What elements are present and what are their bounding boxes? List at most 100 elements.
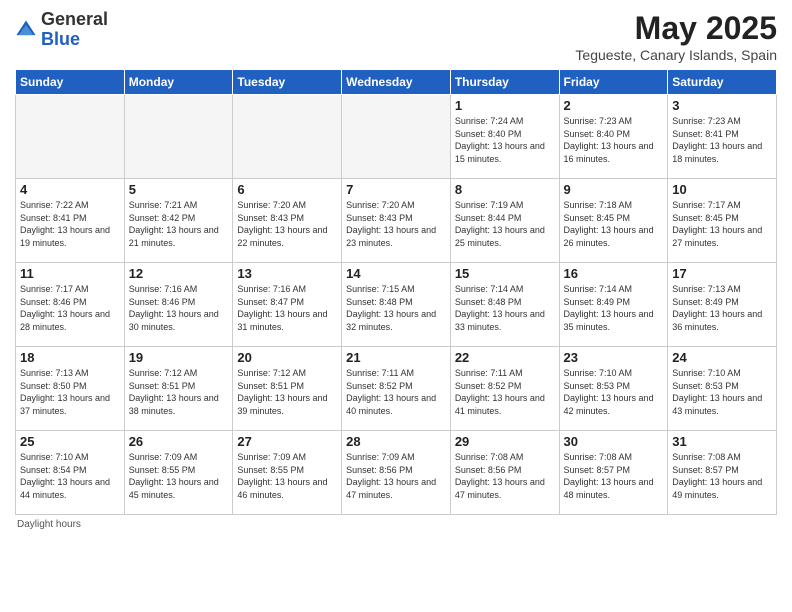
day-cell: 26 Sunrise: 7:09 AM Sunset: 8:55 PM Dayl… bbox=[124, 431, 233, 515]
day-info: Sunrise: 7:20 AM Sunset: 8:43 PM Dayligh… bbox=[346, 199, 446, 249]
logo-general: General bbox=[41, 9, 108, 29]
week-row-4: 18 Sunrise: 7:13 AM Sunset: 8:50 PM Dayl… bbox=[16, 347, 777, 431]
day-info: Sunrise: 7:09 AM Sunset: 8:55 PM Dayligh… bbox=[129, 451, 229, 501]
day-info: Sunrise: 7:11 AM Sunset: 8:52 PM Dayligh… bbox=[346, 367, 446, 417]
day-cell: 24 Sunrise: 7:10 AM Sunset: 8:53 PM Dayl… bbox=[668, 347, 777, 431]
day-number: 13 bbox=[237, 266, 337, 281]
day-info: Sunrise: 7:24 AM Sunset: 8:40 PM Dayligh… bbox=[455, 115, 555, 165]
day-cell: 6 Sunrise: 7:20 AM Sunset: 8:43 PM Dayli… bbox=[233, 179, 342, 263]
day-cell: 3 Sunrise: 7:23 AM Sunset: 8:41 PM Dayli… bbox=[668, 95, 777, 179]
main-title: May 2025 bbox=[575, 10, 777, 47]
page: General Blue May 2025 Tegueste, Canary I… bbox=[0, 0, 792, 612]
footer-label: Daylight hours bbox=[17, 519, 81, 530]
day-number: 21 bbox=[346, 350, 446, 365]
day-number: 18 bbox=[20, 350, 120, 365]
calendar-header-row: SundayMondayTuesdayWednesdayThursdayFrid… bbox=[16, 70, 777, 95]
day-info: Sunrise: 7:18 AM Sunset: 8:45 PM Dayligh… bbox=[564, 199, 664, 249]
day-info: Sunrise: 7:19 AM Sunset: 8:44 PM Dayligh… bbox=[455, 199, 555, 249]
day-cell: 11 Sunrise: 7:17 AM Sunset: 8:46 PM Dayl… bbox=[16, 263, 125, 347]
day-info: Sunrise: 7:09 AM Sunset: 8:55 PM Dayligh… bbox=[237, 451, 337, 501]
day-cell: 18 Sunrise: 7:13 AM Sunset: 8:50 PM Dayl… bbox=[16, 347, 125, 431]
day-number: 12 bbox=[129, 266, 229, 281]
day-info: Sunrise: 7:10 AM Sunset: 8:53 PM Dayligh… bbox=[564, 367, 664, 417]
day-number: 30 bbox=[564, 434, 664, 449]
day-cell: 23 Sunrise: 7:10 AM Sunset: 8:53 PM Dayl… bbox=[559, 347, 668, 431]
col-header-tuesday: Tuesday bbox=[233, 70, 342, 95]
week-row-2: 4 Sunrise: 7:22 AM Sunset: 8:41 PM Dayli… bbox=[16, 179, 777, 263]
day-cell: 5 Sunrise: 7:21 AM Sunset: 8:42 PM Dayli… bbox=[124, 179, 233, 263]
day-number: 8 bbox=[455, 182, 555, 197]
col-header-saturday: Saturday bbox=[668, 70, 777, 95]
day-info: Sunrise: 7:15 AM Sunset: 8:48 PM Dayligh… bbox=[346, 283, 446, 333]
day-cell: 30 Sunrise: 7:08 AM Sunset: 8:57 PM Dayl… bbox=[559, 431, 668, 515]
day-number: 24 bbox=[672, 350, 772, 365]
logo-blue: Blue bbox=[41, 29, 80, 49]
week-row-5: 25 Sunrise: 7:10 AM Sunset: 8:54 PM Dayl… bbox=[16, 431, 777, 515]
day-number: 23 bbox=[564, 350, 664, 365]
day-info: Sunrise: 7:10 AM Sunset: 8:54 PM Dayligh… bbox=[20, 451, 120, 501]
day-number: 15 bbox=[455, 266, 555, 281]
title-block: May 2025 Tegueste, Canary Islands, Spain bbox=[575, 10, 777, 63]
day-info: Sunrise: 7:17 AM Sunset: 8:46 PM Dayligh… bbox=[20, 283, 120, 333]
day-info: Sunrise: 7:16 AM Sunset: 8:46 PM Dayligh… bbox=[129, 283, 229, 333]
logo-icon bbox=[15, 19, 37, 41]
logo-text: General Blue bbox=[41, 10, 108, 50]
day-number: 1 bbox=[455, 98, 555, 113]
day-number: 11 bbox=[20, 266, 120, 281]
day-cell: 29 Sunrise: 7:08 AM Sunset: 8:56 PM Dayl… bbox=[450, 431, 559, 515]
day-number: 26 bbox=[129, 434, 229, 449]
day-cell: 16 Sunrise: 7:14 AM Sunset: 8:49 PM Dayl… bbox=[559, 263, 668, 347]
day-info: Sunrise: 7:11 AM Sunset: 8:52 PM Dayligh… bbox=[455, 367, 555, 417]
day-number: 4 bbox=[20, 182, 120, 197]
col-header-thursday: Thursday bbox=[450, 70, 559, 95]
subtitle: Tegueste, Canary Islands, Spain bbox=[575, 47, 777, 63]
day-cell: 13 Sunrise: 7:16 AM Sunset: 8:47 PM Dayl… bbox=[233, 263, 342, 347]
day-info: Sunrise: 7:23 AM Sunset: 8:41 PM Dayligh… bbox=[672, 115, 772, 165]
day-number: 16 bbox=[564, 266, 664, 281]
day-info: Sunrise: 7:22 AM Sunset: 8:41 PM Dayligh… bbox=[20, 199, 120, 249]
day-number: 29 bbox=[455, 434, 555, 449]
day-info: Sunrise: 7:14 AM Sunset: 8:49 PM Dayligh… bbox=[564, 283, 664, 333]
day-cell: 20 Sunrise: 7:12 AM Sunset: 8:51 PM Dayl… bbox=[233, 347, 342, 431]
day-cell bbox=[124, 95, 233, 179]
day-cell: 21 Sunrise: 7:11 AM Sunset: 8:52 PM Dayl… bbox=[342, 347, 451, 431]
col-header-sunday: Sunday bbox=[16, 70, 125, 95]
day-number: 3 bbox=[672, 98, 772, 113]
day-info: Sunrise: 7:08 AM Sunset: 8:57 PM Dayligh… bbox=[564, 451, 664, 501]
col-header-friday: Friday bbox=[559, 70, 668, 95]
day-cell: 12 Sunrise: 7:16 AM Sunset: 8:46 PM Dayl… bbox=[124, 263, 233, 347]
day-info: Sunrise: 7:21 AM Sunset: 8:42 PM Dayligh… bbox=[129, 199, 229, 249]
day-cell: 14 Sunrise: 7:15 AM Sunset: 8:48 PM Dayl… bbox=[342, 263, 451, 347]
day-cell: 4 Sunrise: 7:22 AM Sunset: 8:41 PM Dayli… bbox=[16, 179, 125, 263]
day-number: 25 bbox=[20, 434, 120, 449]
day-cell: 10 Sunrise: 7:17 AM Sunset: 8:45 PM Dayl… bbox=[668, 179, 777, 263]
day-number: 19 bbox=[129, 350, 229, 365]
day-number: 7 bbox=[346, 182, 446, 197]
logo: General Blue bbox=[15, 10, 108, 50]
day-number: 27 bbox=[237, 434, 337, 449]
day-cell: 9 Sunrise: 7:18 AM Sunset: 8:45 PM Dayli… bbox=[559, 179, 668, 263]
day-number: 31 bbox=[672, 434, 772, 449]
day-info: Sunrise: 7:10 AM Sunset: 8:53 PM Dayligh… bbox=[672, 367, 772, 417]
day-number: 17 bbox=[672, 266, 772, 281]
day-info: Sunrise: 7:13 AM Sunset: 8:49 PM Dayligh… bbox=[672, 283, 772, 333]
footer: Daylight hours bbox=[15, 519, 777, 530]
day-cell: 15 Sunrise: 7:14 AM Sunset: 8:48 PM Dayl… bbox=[450, 263, 559, 347]
day-number: 9 bbox=[564, 182, 664, 197]
col-header-monday: Monday bbox=[124, 70, 233, 95]
day-cell: 31 Sunrise: 7:08 AM Sunset: 8:57 PM Dayl… bbox=[668, 431, 777, 515]
day-cell: 25 Sunrise: 7:10 AM Sunset: 8:54 PM Dayl… bbox=[16, 431, 125, 515]
day-number: 22 bbox=[455, 350, 555, 365]
day-info: Sunrise: 7:13 AM Sunset: 8:50 PM Dayligh… bbox=[20, 367, 120, 417]
day-number: 14 bbox=[346, 266, 446, 281]
day-cell bbox=[16, 95, 125, 179]
col-header-wednesday: Wednesday bbox=[342, 70, 451, 95]
day-number: 20 bbox=[237, 350, 337, 365]
day-number: 5 bbox=[129, 182, 229, 197]
day-cell: 1 Sunrise: 7:24 AM Sunset: 8:40 PM Dayli… bbox=[450, 95, 559, 179]
header: General Blue May 2025 Tegueste, Canary I… bbox=[15, 10, 777, 63]
day-info: Sunrise: 7:09 AM Sunset: 8:56 PM Dayligh… bbox=[346, 451, 446, 501]
day-cell: 28 Sunrise: 7:09 AM Sunset: 8:56 PM Dayl… bbox=[342, 431, 451, 515]
day-info: Sunrise: 7:12 AM Sunset: 8:51 PM Dayligh… bbox=[237, 367, 337, 417]
day-cell: 22 Sunrise: 7:11 AM Sunset: 8:52 PM Dayl… bbox=[450, 347, 559, 431]
